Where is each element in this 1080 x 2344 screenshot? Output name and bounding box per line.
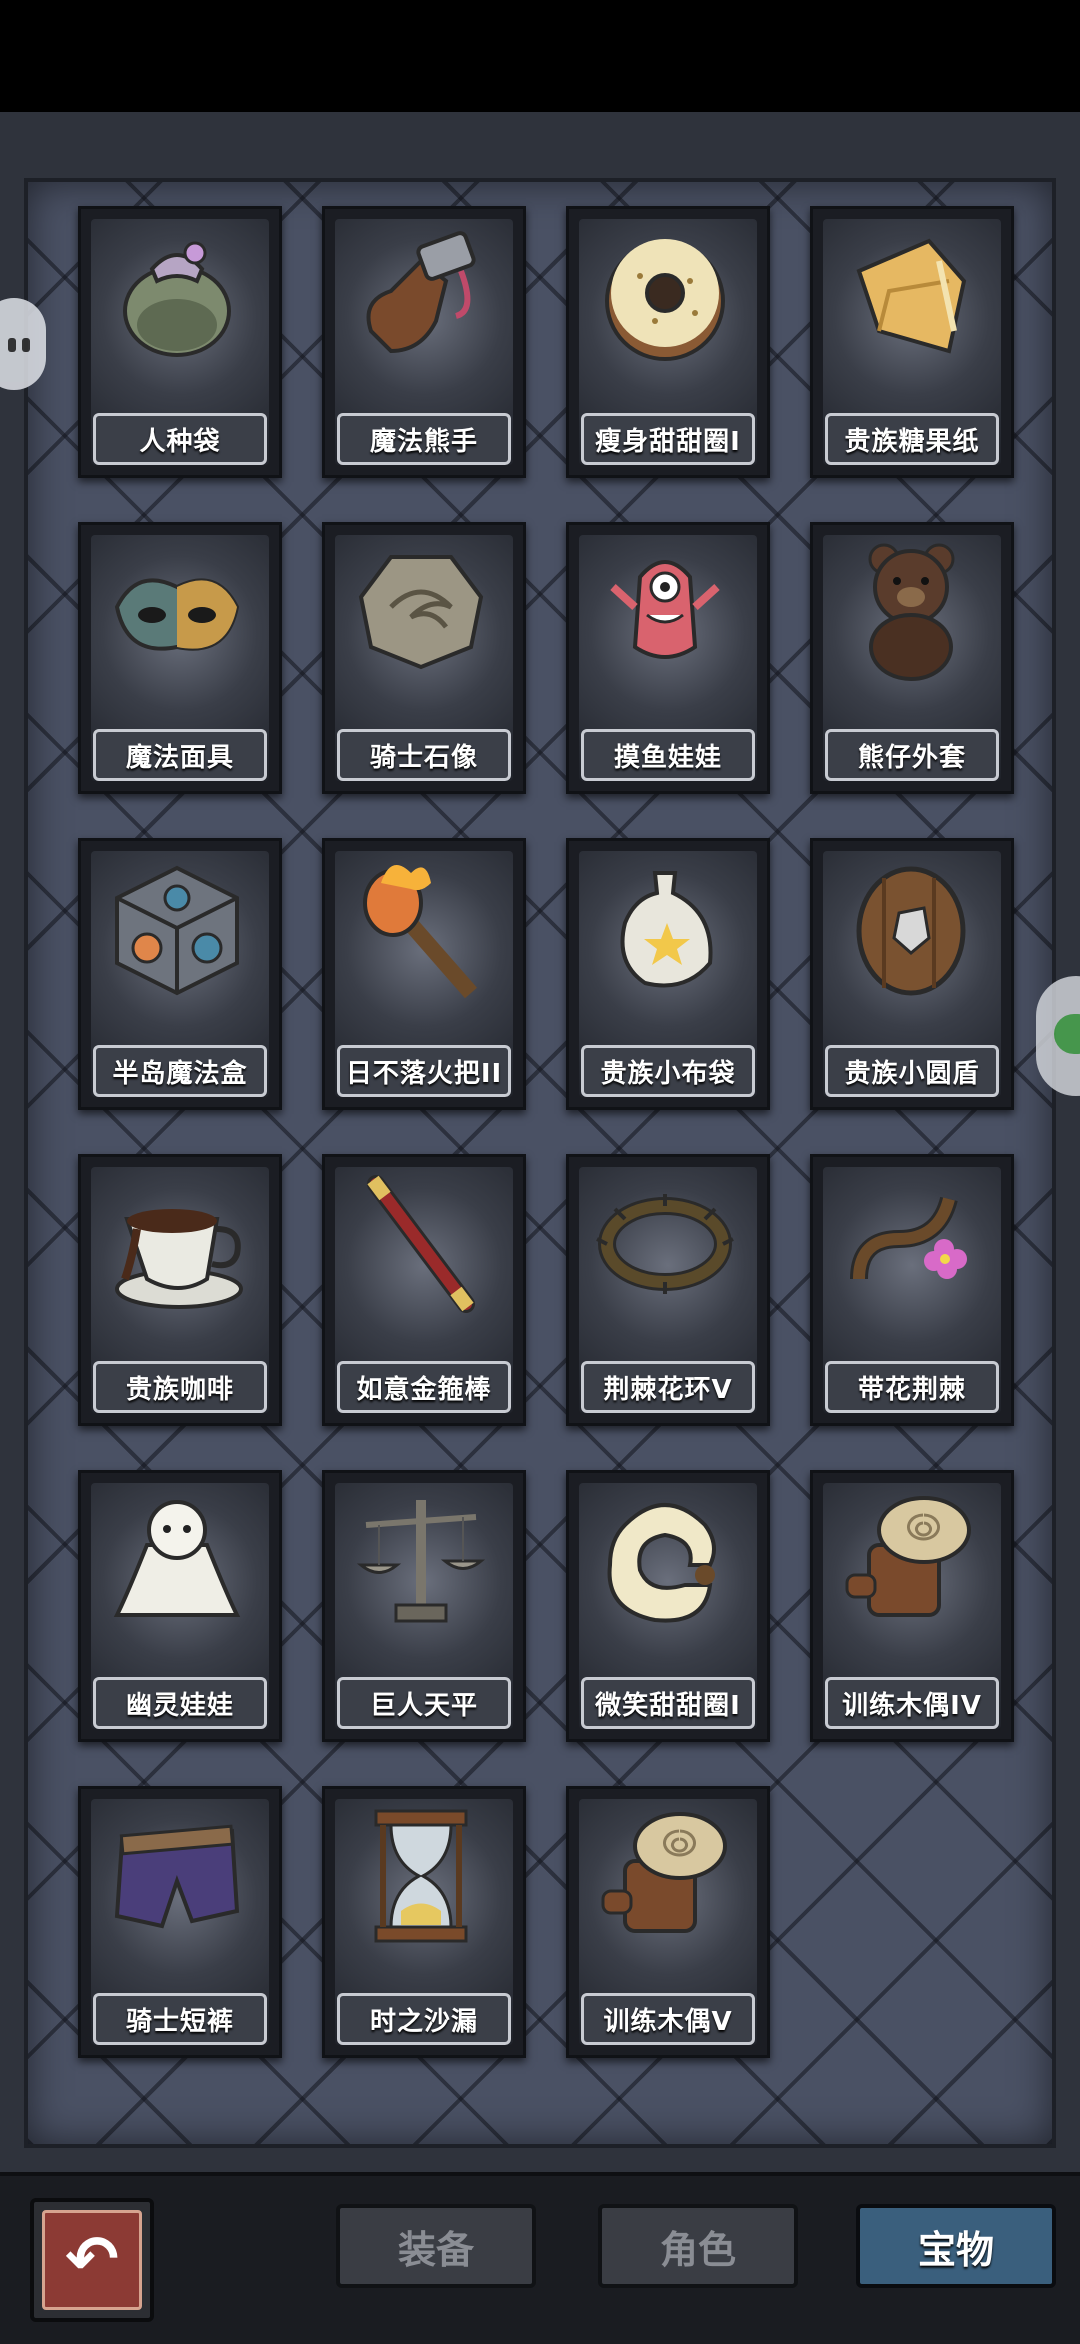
treasure-grid: 人种袋 魔法熊手 瘦身甜甜圈I 贵族糖果纸 魔法面具 骑士石像 摸鱼娃娃 熊仔外… [78,206,1014,2058]
item-card[interactable]: 带花荆棘 [810,1154,1014,1426]
item-card[interactable]: 人种袋 [78,206,282,478]
pouch-icon [123,241,231,357]
item-label: 骑士短裤 [93,1993,267,2045]
item-label: 时之沙漏 [337,1993,511,2045]
item-card[interactable]: 贵族小布袋 [566,838,770,1110]
hourglass-icon [374,1809,468,1943]
item-label: 贵族糖果纸 [825,413,999,465]
item-label: 瘦身甜甜圈I [581,413,755,465]
teddy-bear-icon [868,543,955,681]
item-label: 训练木偶V [581,1993,755,2045]
item-label: 人种袋 [93,413,267,465]
tab-character[interactable]: 角色 [598,2204,798,2288]
scale-icon [356,1500,486,1623]
training-dummy-icon [601,1812,727,1933]
torch-icon [363,865,478,999]
item-card[interactable]: 骑士石像 [322,522,526,794]
donut-icon [605,239,725,361]
round-shield-icon [856,866,966,996]
item-label: 贵族小布袋 [581,1045,755,1097]
item-label: 日不落火把II [337,1045,511,1097]
status-bar [0,0,1080,112]
item-label: 贵族小圆盾 [825,1045,999,1097]
chat-icon [1054,1014,1080,1054]
item-card[interactable]: 贵族小圆盾 [810,838,1014,1110]
magic-cube-icon [115,865,239,996]
item-card[interactable]: 瘦身甜甜圈I [566,206,770,478]
item-label: 微笑甜甜圈I [581,1677,755,1729]
back-button[interactable]: ↶ [30,2198,154,2322]
smile-donut-icon [607,1503,716,1623]
item-label: 带花荆棘 [825,1361,999,1413]
item-card[interactable]: 微笑甜甜圈I [566,1470,770,1742]
floating-assist-button[interactable] [0,298,46,390]
doll-icon [610,560,720,659]
item-label: 魔法面具 [93,729,267,781]
item-label: 巨人天平 [337,1677,511,1729]
item-card[interactable]: 荆棘花环V [566,1154,770,1426]
item-card[interactable]: 幽灵娃娃 [78,1470,282,1742]
cloth-bag-icon [620,871,713,988]
item-card[interactable]: 骑士短裤 [78,1786,282,2058]
back-arrow-icon: ↶ [42,2210,142,2310]
item-label: 荆棘花环V [581,1361,755,1413]
thorn-wreath-icon [596,1194,734,1294]
item-label: 骑士石像 [337,729,511,781]
item-card[interactable]: 摸鱼娃娃 [566,522,770,794]
item-label: 魔法熊手 [337,413,511,465]
item-card[interactable]: 半岛魔法盒 [78,838,282,1110]
item-label: 贵族咖啡 [93,1361,267,1413]
shorts-icon [114,1824,240,1929]
candy-wrapper-icon [856,238,967,354]
item-card[interactable]: 贵族糖果纸 [810,206,1014,478]
item-card[interactable]: 熊仔外套 [810,522,1014,794]
bottom-nav: ↶ 装备 角色 宝物 [0,2172,1080,2344]
item-card[interactable]: 如意金箍棒 [322,1154,526,1426]
item-label: 幽灵娃娃 [93,1677,267,1729]
tab-equipment[interactable]: 装备 [336,2204,536,2288]
ghost-doll-icon [113,1500,241,1617]
coffee-cup-icon [115,1209,243,1309]
item-label: 训练木偶IV [825,1677,999,1729]
item-label: 如意金箍棒 [337,1361,511,1413]
bear-paw-icon [366,231,476,354]
tab-treasure[interactable]: 宝物 [856,2204,1056,2288]
item-card[interactable]: 日不落火把II [322,838,526,1110]
staff-icon [367,1175,475,1313]
treasure-panel: 人种袋 魔法熊手 瘦身甜甜圈I 贵族糖果纸 魔法面具 骑士石像 摸鱼娃娃 熊仔外… [24,178,1056,2148]
item-label: 半岛魔法盒 [93,1045,267,1097]
item-card[interactable]: 时之沙漏 [322,1786,526,2058]
chat-bubble-button[interactable] [1036,976,1080,1096]
item-card[interactable]: 贵族咖啡 [78,1154,282,1426]
item-label: 熊仔外套 [825,729,999,781]
item-card[interactable]: 训练木偶IV [810,1470,1014,1742]
stone-plaque-icon [358,555,484,670]
training-dummy-icon [845,1496,971,1617]
item-card[interactable]: 训练木偶V [566,1786,770,2058]
item-card[interactable]: 巨人天平 [322,1470,526,1742]
flower-thorn-icon [850,1196,967,1280]
item-card[interactable]: 魔法面具 [78,522,282,794]
item-label: 摸鱼娃娃 [581,729,755,781]
item-card[interactable]: 魔法熊手 [322,206,526,478]
mask-icon [114,578,240,651]
